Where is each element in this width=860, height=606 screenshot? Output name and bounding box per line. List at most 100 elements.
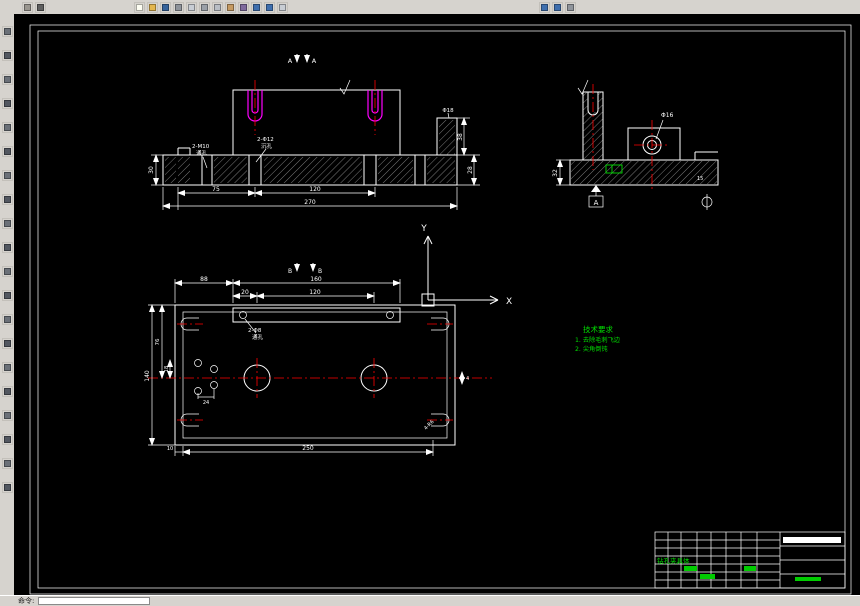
copy-object-icon	[3, 412, 11, 419]
copy-object-button[interactable]	[1, 410, 13, 421]
titleblock-green-bar	[795, 577, 821, 581]
insert-block-icon	[3, 244, 11, 251]
open-file-button[interactable]	[147, 1, 158, 13]
pan-icon	[279, 3, 286, 11]
plan-view-notes: 2-Φ8 通孔 4-R6	[244, 318, 436, 432]
arc-icon	[3, 148, 11, 155]
open-file-icon	[149, 3, 156, 11]
plan-view-centerlines	[148, 323, 492, 421]
mirror-icon	[3, 436, 11, 443]
drawing-sheet: A A 2-M10 通孔 2-Φ12 沉孔 Φ18 75 120 270 38 …	[29, 24, 852, 595]
note-c12: 2-Φ12	[257, 137, 274, 143]
section-a-right-label: A	[312, 57, 317, 65]
multiline-text-button[interactable]	[1, 362, 13, 373]
erase-icon	[3, 388, 11, 395]
plot-preview-button[interactable]	[186, 1, 197, 13]
cut-button[interactable]	[199, 1, 210, 13]
erase-button[interactable]	[1, 386, 13, 397]
plan-view-dimensions: 160 88 120 20 250 10 140 76 18 24 4	[144, 276, 469, 456]
redo-button[interactable]	[264, 1, 275, 13]
make-block-button[interactable]	[1, 266, 13, 277]
mirror-button[interactable]	[1, 434, 13, 445]
construction-line-button[interactable]	[1, 50, 13, 61]
offset-icon	[3, 460, 11, 467]
arc-button[interactable]	[1, 146, 13, 157]
dim-250: 250	[302, 445, 314, 452]
top-toolbar-group-main	[134, 1, 288, 13]
pan-button[interactable]	[277, 1, 288, 13]
zoom-window-icon	[541, 3, 548, 11]
datum-target-icon	[701, 194, 713, 210]
zoom-realtime-button[interactable]	[552, 1, 563, 13]
polygon-icon	[3, 100, 11, 107]
polyline-icon	[3, 76, 11, 83]
dim-15: 15	[697, 176, 703, 182]
point-button[interactable]	[1, 290, 13, 301]
new-file-icon	[136, 3, 143, 11]
zoom-realtime-icon	[554, 3, 561, 11]
titleblock-green-bar	[684, 566, 697, 571]
dim-120: 120	[309, 186, 321, 193]
side-view: A Φ16 32 15	[552, 79, 719, 210]
line-button[interactable]	[1, 26, 13, 37]
save-file-button[interactable]	[160, 1, 171, 13]
front-view-hatch	[165, 120, 455, 183]
zoom-window-button[interactable]	[539, 1, 550, 13]
polygon-button[interactable]	[1, 98, 13, 109]
undo-button[interactable]	[251, 1, 262, 13]
ucs-y-label: Y	[420, 224, 427, 234]
dim-38: 38	[457, 133, 464, 141]
circle-button[interactable]	[1, 170, 13, 181]
match-properties-button[interactable]	[238, 1, 249, 13]
dim-4: 4	[466, 376, 469, 382]
top-toolbar-group-small	[22, 1, 46, 13]
region-icon	[3, 340, 11, 347]
spline-icon	[3, 196, 11, 203]
region-button[interactable]	[1, 338, 13, 349]
plan-view-outline	[174, 304, 456, 446]
datum-a: A	[588, 185, 604, 208]
save-file-icon	[162, 3, 169, 11]
spline-button[interactable]	[1, 194, 13, 205]
front-view: A A 2-M10 通孔 2-Φ12 沉孔 Φ18 75 120 270 38 …	[148, 54, 480, 210]
left-toolbar	[0, 14, 14, 595]
command-input[interactable]	[38, 596, 151, 605]
copy-button[interactable]	[212, 1, 223, 13]
insert-block-button[interactable]	[1, 242, 13, 253]
dim-140: 140	[144, 370, 151, 382]
plot-preview-icon	[188, 3, 195, 11]
highlighted-slots[interactable]	[247, 90, 383, 122]
point-icon	[3, 292, 11, 299]
offset-button[interactable]	[1, 458, 13, 469]
dim-120b: 120	[309, 289, 321, 296]
construction-line-icon	[3, 52, 11, 59]
section-b-left-label: B	[288, 268, 292, 275]
new-file-button[interactable]	[134, 1, 145, 13]
command-label: 命令:	[18, 596, 35, 605]
cut-icon	[201, 3, 208, 11]
toolbar-grip-button[interactable]	[22, 1, 33, 13]
drawing-canvas[interactable]: A A 2-M10 通孔 2-Φ12 沉孔 Φ18 75 120 270 38 …	[14, 14, 860, 595]
style-list-button[interactable]	[35, 1, 46, 13]
top-toolbar	[0, 0, 860, 15]
polyline-button[interactable]	[1, 74, 13, 85]
ellipse-button[interactable]	[1, 218, 13, 229]
note-c8-2: 通孔	[252, 333, 264, 341]
copy-icon	[214, 3, 221, 11]
circle-icon	[3, 172, 11, 179]
roughness-icon	[339, 79, 351, 95]
paste-button[interactable]	[225, 1, 236, 13]
make-block-icon	[3, 268, 11, 275]
plot-button[interactable]	[173, 1, 184, 13]
tech-notes-line1: 1. 去除毛刺飞边	[575, 336, 621, 344]
redo-icon	[266, 3, 273, 11]
zoom-previous-button[interactable]	[565, 1, 576, 13]
dim-28: 28	[467, 166, 474, 174]
front-view-centerlines	[254, 80, 376, 135]
tech-notes-line2: 2. 尖角倒钝	[575, 345, 608, 353]
hatch-button[interactable]	[1, 314, 13, 325]
array-button[interactable]	[1, 482, 13, 493]
titleblock-highlight-cell	[783, 537, 841, 543]
section-a-marks: A A	[288, 54, 317, 65]
rectangle-button[interactable]	[1, 122, 13, 133]
